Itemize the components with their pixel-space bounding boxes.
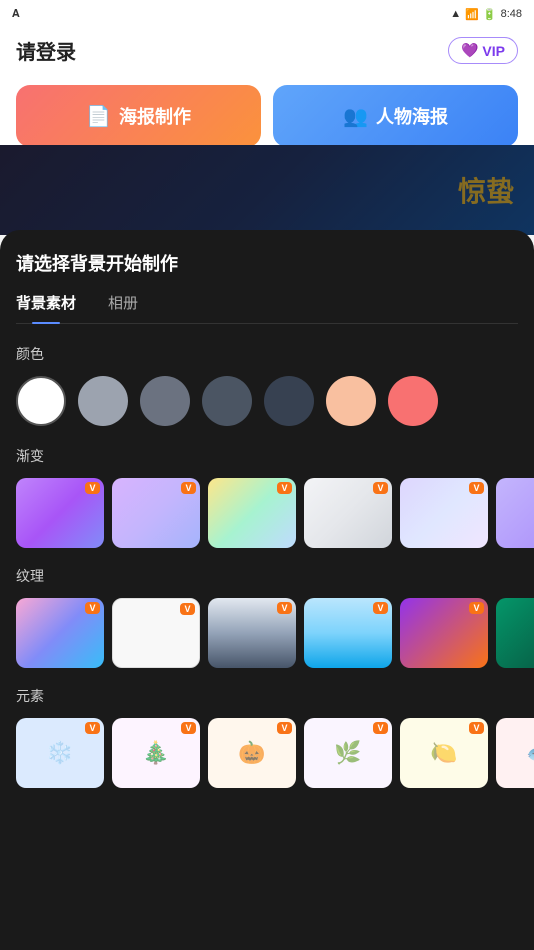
color-section-label: 颜色 [16, 344, 518, 364]
vip-tag-tex-5: V [469, 602, 484, 614]
vip-tag-elem-4: V [373, 722, 388, 734]
bottom-sheet: 请选择背景开始制作 背景素材 相册 颜色 渐变 V V V V [0, 230, 534, 950]
status-icons: ▲ 📶 🔋 8:48 [450, 8, 522, 21]
texture-item-3[interactable]: V [208, 598, 296, 668]
color-row [16, 376, 518, 426]
vip-tag-tex-1: V [85, 602, 100, 614]
color-gray3[interactable] [202, 376, 252, 426]
poster-button[interactable]: 📄 海报制作 [16, 85, 261, 147]
battery-icon: 🔋 [483, 8, 497, 21]
element-item-1[interactable]: ❄️ V [16, 718, 104, 788]
vip-tag-elem-2: V [181, 722, 196, 734]
color-pink[interactable] [388, 376, 438, 426]
sheet-title: 请选择背景开始制作 [16, 250, 518, 276]
poster-label: 海报制作 [119, 103, 191, 129]
gradient-item-6[interactable]: V [496, 478, 534, 548]
app-indicator: 𝐀 [12, 8, 20, 21]
vip-tag-elem-5: V [469, 722, 484, 734]
texture-item-4[interactable]: V [304, 598, 392, 668]
vip-tag-4: V [373, 482, 388, 494]
app-header: 请登录 💜 VIP [0, 28, 534, 73]
texture-item-5[interactable]: V [400, 598, 488, 668]
vip-heart-icon: 💜 [461, 42, 478, 59]
person-poster-button[interactable]: 👥 人物海报 [273, 85, 518, 147]
element-item-5[interactable]: 🍋 V [400, 718, 488, 788]
gradient-row: V V V V V V [16, 478, 518, 548]
texture-item-2[interactable]: V [112, 598, 200, 668]
login-text[interactable]: 请登录 [16, 36, 76, 65]
poster-preview-text: 惊蛰 [458, 170, 514, 210]
sheet-tabs: 背景素材 相册 [16, 292, 518, 324]
signal-icon: 📶 [465, 8, 479, 21]
wifi-icon: ▲ [450, 8, 461, 20]
element-item-2[interactable]: 🎄 V [112, 718, 200, 788]
element-item-6[interactable]: 🐟 V [496, 718, 534, 788]
gradient-item-4[interactable]: V [304, 478, 392, 548]
gradient-item-3[interactable]: V [208, 478, 296, 548]
vip-label: VIP [482, 43, 505, 59]
color-gray2[interactable] [140, 376, 190, 426]
vip-tag-elem-3: V [277, 722, 292, 734]
gradient-item-5[interactable]: V [400, 478, 488, 548]
element-item-3[interactable]: 🎃 V [208, 718, 296, 788]
gradient-section-label: 渐变 [16, 446, 518, 466]
element-item-4[interactable]: 🌿 V [304, 718, 392, 788]
vip-tag-elem-1: V [85, 722, 100, 734]
element-row: ❄️ V 🎄 V 🎃 V 🌿 V 🍋 V 🐟 V [16, 718, 518, 788]
vip-tag-2: V [181, 482, 196, 494]
element-emoji-6: 🐟 [496, 718, 534, 788]
gradient-item-1[interactable]: V [16, 478, 104, 548]
vip-tag-5: V [469, 482, 484, 494]
element-section-label: 元素 [16, 686, 518, 706]
color-gray4[interactable] [264, 376, 314, 426]
gradient-item-2[interactable]: V [112, 478, 200, 548]
texture-row: V V V V V V [16, 598, 518, 668]
color-gray1[interactable] [78, 376, 128, 426]
vip-tag-3: V [277, 482, 292, 494]
person-poster-label: 人物海报 [376, 103, 448, 129]
texture-item-1[interactable]: V [16, 598, 104, 668]
person-poster-icon: 👥 [343, 104, 368, 129]
bg-preview: 惊蛰 [0, 145, 534, 235]
status-bar: 𝐀 ▲ 📶 🔋 8:48 [0, 0, 534, 28]
color-peach[interactable] [326, 376, 376, 426]
vip-tag-tex-3: V [277, 602, 292, 614]
sheet-tab-album[interactable]: 相册 [108, 292, 138, 323]
vip-tag-tex-2: V [180, 603, 195, 615]
poster-icon: 📄 [86, 104, 111, 129]
texture-section-label: 纹理 [16, 566, 518, 586]
sheet-tab-background[interactable]: 背景素材 [16, 292, 76, 323]
vip-tag-tex-4: V [373, 602, 388, 614]
color-white[interactable] [16, 376, 66, 426]
texture-item-6[interactable]: V [496, 598, 534, 668]
time: 8:48 [501, 8, 522, 20]
vip-tag-1: V [85, 482, 100, 494]
vip-badge[interactable]: 💜 VIP [448, 37, 518, 64]
